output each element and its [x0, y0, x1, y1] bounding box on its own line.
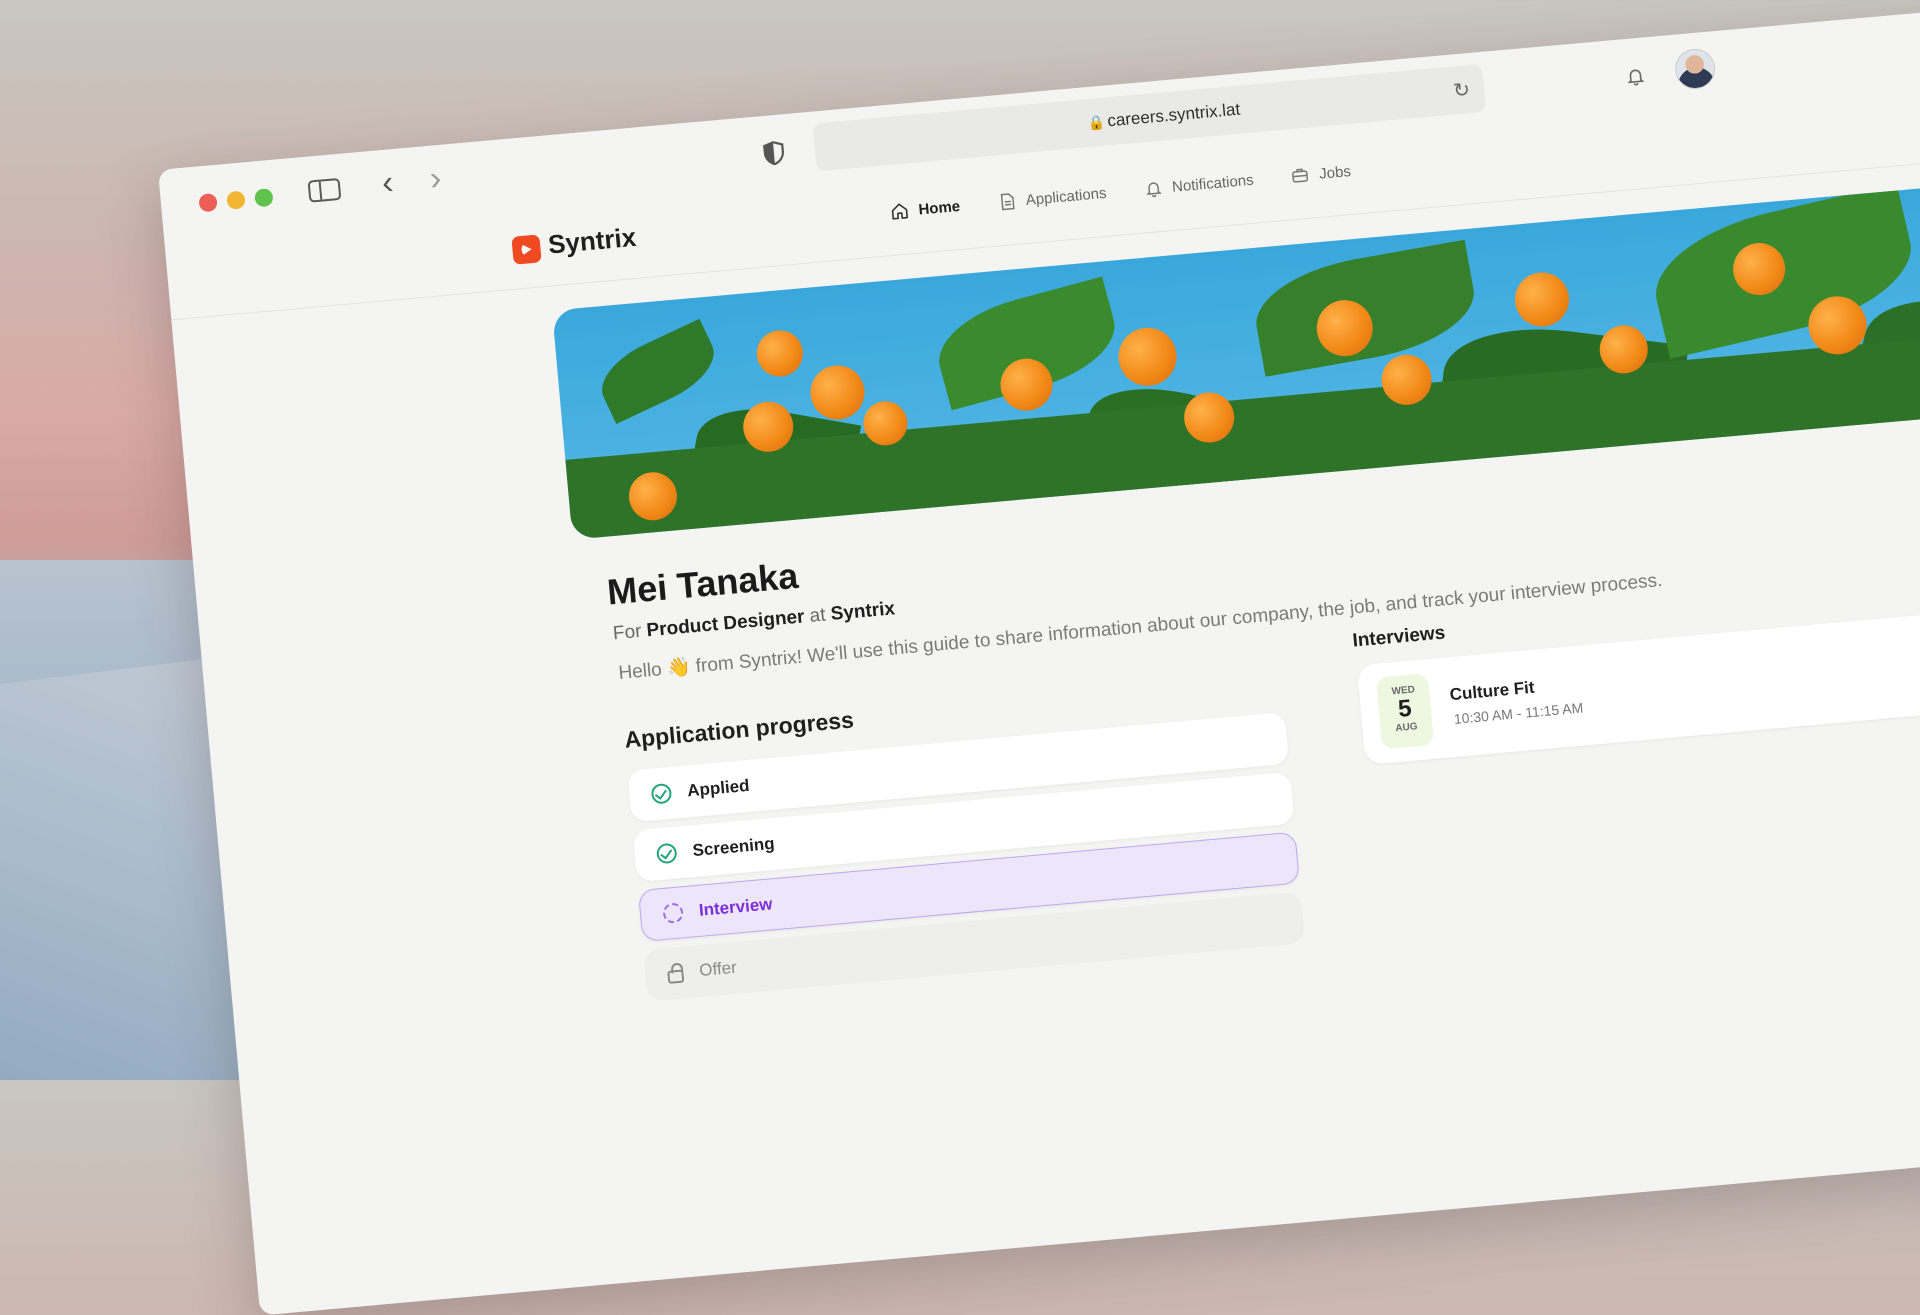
- nav-jobs[interactable]: Jobs: [1291, 162, 1352, 185]
- forward-arrow-icon[interactable]: ›: [428, 159, 443, 198]
- step-label: Offer: [698, 957, 738, 981]
- notification-bell-icon[interactable]: [1625, 65, 1647, 87]
- nav-home-label: Home: [917, 197, 961, 219]
- reload-icon[interactable]: ↻: [1452, 77, 1471, 103]
- check-circle-icon: [650, 782, 673, 805]
- application-progress-title: Application progress: [623, 706, 855, 753]
- home-icon: [891, 203, 908, 220]
- privacy-shield-icon[interactable]: [762, 140, 786, 166]
- logo-text[interactable]: Syntrix: [547, 222, 638, 261]
- briefcase-icon: [1292, 168, 1309, 183]
- user-avatar[interactable]: [1673, 47, 1717, 91]
- nav-applications[interactable]: Applications: [997, 184, 1107, 212]
- step-label: Screening: [691, 833, 776, 861]
- role-prefix: For: [612, 620, 643, 645]
- role-company: Syntrix: [829, 598, 896, 625]
- nav-home[interactable]: Home: [890, 197, 961, 221]
- nav-notifications[interactable]: Notifications: [1143, 171, 1254, 199]
- step-label: Interview: [698, 894, 774, 920]
- interviews-title: Interviews: [1351, 622, 1447, 652]
- nav-jobs-label: Jobs: [1318, 162, 1352, 183]
- document-icon: [1000, 193, 1015, 211]
- close-window-button[interactable]: [198, 192, 218, 213]
- back-arrow-icon[interactable]: ‹: [380, 163, 395, 202]
- candidate-name: Mei Tanaka: [605, 554, 800, 613]
- bell-icon: [1145, 182, 1162, 198]
- sidebar-toggle-icon[interactable]: [307, 177, 342, 203]
- url-text: careers.syntrix.lat: [1106, 99, 1241, 131]
- nav-applications-label: Applications: [1025, 184, 1108, 209]
- role-at: at: [808, 604, 827, 627]
- browser-window: ‹ › 🔒 careers.syntrix.lat ↻ Syntrix Home: [158, 0, 1920, 1315]
- check-circle-icon: [655, 842, 678, 865]
- step-label: Applied: [686, 775, 751, 801]
- in-progress-circle-icon: [662, 902, 684, 925]
- syntrix-logo-icon[interactable]: [511, 234, 542, 265]
- lock-icon: 🔒: [1086, 113, 1106, 132]
- interview-time: 10:30 AM - 11:15 AM: [1453, 699, 1584, 727]
- lock-icon: [667, 968, 685, 984]
- interview-date-badge: WED 5 AUG: [1375, 673, 1435, 750]
- nav-notifications-label: Notifications: [1171, 171, 1255, 196]
- interview-title: Culture Fit: [1448, 677, 1536, 705]
- zoom-window-button[interactable]: [254, 187, 274, 208]
- top-navigation: Home Applications Notifications Jobs: [890, 162, 1352, 221]
- role-title: Product Designer: [645, 606, 806, 642]
- minimize-window-button[interactable]: [226, 190, 246, 210]
